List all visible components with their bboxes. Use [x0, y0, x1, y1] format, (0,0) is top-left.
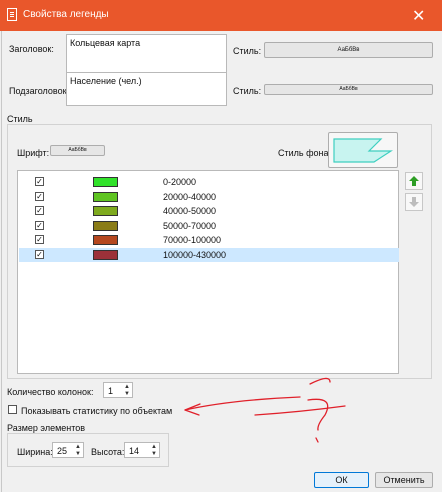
ok-button[interactable]: ОК: [314, 472, 369, 488]
legend-item-checkbox[interactable]: ✓: [35, 249, 44, 259]
legend-item-row[interactable]: ✓ 20000-40000: [19, 190, 399, 204]
arrow-up-icon: [409, 176, 419, 186]
arrow-shaft: [184, 396, 301, 411]
move-down-button[interactable]: [405, 193, 423, 211]
legend-item-checkbox[interactable]: ✓: [35, 206, 44, 215]
close-icon[interactable]: ✕: [412, 6, 425, 26]
spin-down-icon[interactable]: ▼: [74, 451, 82, 457]
legend-item-row[interactable]: ✓ 0-20000: [19, 175, 399, 189]
legend-item-swatch[interactable]: [93, 249, 118, 260]
cancel-button[interactable]: Отменить: [375, 472, 433, 488]
legend-item-swatch[interactable]: [93, 235, 118, 245]
font-label: Шрифт:: [17, 148, 50, 158]
title-style-label: Стиль:: [233, 46, 262, 56]
legend-item-checkbox[interactable]: ✓: [35, 177, 44, 186]
title-bar: Свойства легенды ✕: [0, 0, 442, 31]
document-icon: [7, 8, 17, 21]
legend-item-row[interactable]: ✓ 100000-430000: [19, 247, 399, 262]
title-style-button[interactable]: АаБбВв: [264, 42, 433, 58]
title-textarea[interactable]: Кольцевая карта: [66, 34, 227, 74]
bg-style-button[interactable]: [328, 132, 398, 168]
subtitle-style-label: Стиль:: [233, 86, 262, 96]
window-title: Свойства легенды: [23, 9, 109, 20]
move-up-button[interactable]: [405, 172, 423, 190]
question-mark-dot: [315, 437, 319, 443]
annotation-stroke: [309, 377, 331, 385]
subtitle-label: Подзаголовок:: [9, 86, 70, 96]
legend-item-swatch[interactable]: [93, 177, 118, 187]
title-label: Заголовок:: [9, 44, 54, 54]
spin-down-icon[interactable]: ▼: [150, 451, 158, 457]
subtitle-style-button[interactable]: АаБбВв: [264, 84, 433, 95]
legend-item-swatch[interactable]: [93, 206, 118, 216]
subtitle-textarea[interactable]: Население (чел.): [66, 72, 227, 106]
arrow-head: [184, 403, 201, 416]
legend-item-range: 0-20000: [163, 177, 197, 187]
legend-item-range: 40000-50000: [163, 206, 217, 216]
legend-item-row[interactable]: ✓ 70000-100000: [19, 233, 399, 247]
underline-stroke: [254, 405, 346, 416]
legend-item-range: 100000-430000: [163, 249, 227, 260]
legend-item-range: 50000-70000: [163, 220, 217, 231]
legend-item-range: 70000-100000: [163, 235, 222, 245]
bg-style-preview: [333, 138, 394, 163]
legend-item-checkbox[interactable]: ✓: [35, 235, 44, 244]
legend-item-checkbox[interactable]: ✓: [35, 220, 44, 230]
legend-item-range: 20000-40000: [163, 191, 217, 202]
legend-item-row[interactable]: ✓ 50000-70000: [19, 219, 399, 233]
font-button[interactable]: АаБбВв: [50, 145, 105, 156]
legend-item-swatch[interactable]: [93, 191, 118, 202]
legend-item-row[interactable]: ✓ 40000-50000: [19, 204, 399, 218]
legend-item-checkbox[interactable]: ✓: [35, 191, 44, 201]
red-annotation: [184, 377, 346, 443]
bg-style-label: Стиль фона:: [278, 148, 331, 158]
arrow-down-icon: [409, 197, 419, 207]
legend-items-list[interactable]: ✓ 0-20000 ✓ 20000-40000 ✓ 40000-50000 ✓ 50000-7…: [17, 170, 399, 374]
style-group-label: Стиль: [7, 114, 33, 124]
question-mark-stroke: [307, 398, 329, 431]
legend-item-swatch[interactable]: [93, 220, 118, 231]
